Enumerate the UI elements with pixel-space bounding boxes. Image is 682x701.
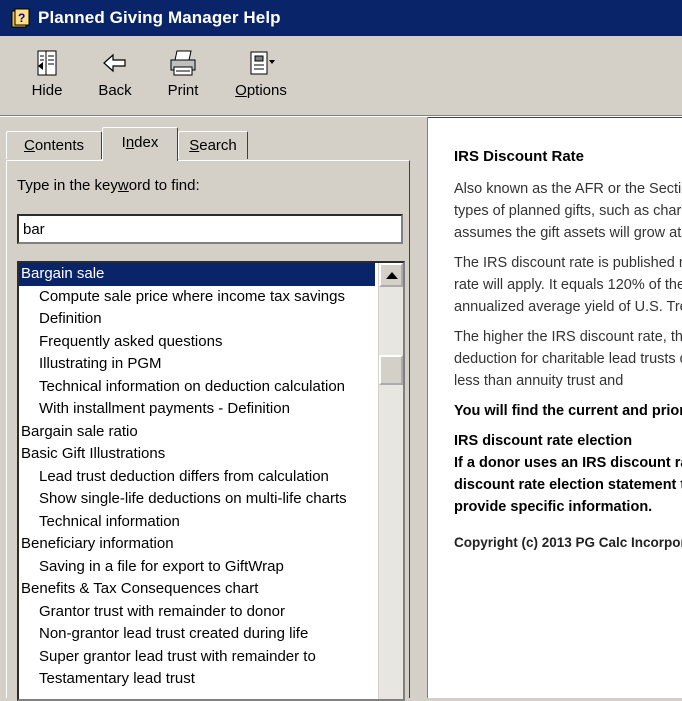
print-label: Print [167,82,199,99]
index-list-item[interactable]: Bargain sale ratio [19,421,375,444]
toolbar: Hide Back Print Options [0,36,682,116]
options-icon [246,48,276,78]
index-list-item[interactable]: With installment payments - Definition [19,398,375,421]
topic-body: IRS Discount Rate Also known as the AFR … [454,146,682,562]
topic-title: IRS Discount Rate [454,148,585,165]
index-list-item[interactable]: Basic Gift Illustrations [19,443,375,466]
pane-splitter[interactable] [418,117,428,698]
index-list-item[interactable]: Beneficiary information [19,533,375,556]
tab-index[interactable]: Index [102,127,178,161]
index-list-item[interactable]: Definition [19,308,375,331]
printer-icon [168,48,198,78]
svg-text:?: ? [18,11,25,25]
index-list-item[interactable]: Non-grantor lead trust created during li… [19,623,375,646]
help-book-icon: ? [10,7,32,29]
index-list-item[interactable]: Testamentary lead trust [19,668,375,691]
options-button[interactable]: Options [226,48,296,99]
topic-content-pane: IRS Discount Rate Also known as the AFR … [428,117,682,698]
index-list-item[interactable]: Super grantor lead trust with remainder … [19,646,375,669]
back-button[interactable]: Back [86,48,144,99]
window-title: Planned Giving Manager Help [38,8,281,27]
back-label: Back [98,82,132,99]
paragraph-3: The higher the IRS discount rate, the la… [454,329,682,389]
paragraph-2: The IRS discount rate is published month… [454,255,682,315]
paragraph-1: Also known as the AFR or the Section 752… [454,181,682,241]
navigation-pane: Contents Index Search Type in the keywor… [0,117,418,701]
scroll-up-button[interactable] [379,263,403,287]
tab-search[interactable]: Search [178,131,248,159]
index-list-items: Bargain sale Compute sale price where inc… [19,263,403,691]
paragraph-5: IRS discount rate election If a donor use… [454,433,682,515]
index-list-item[interactable]: Compute sale price where income tax savi… [19,286,375,309]
index-list-item[interactable]: Technical information [19,511,375,534]
index-list[interactable]: Bargain sale Compute sale price where inc… [17,261,405,701]
index-scrollbar[interactable] [378,263,403,699]
keyword-prompt: Type in the keyword to find: [17,177,200,194]
index-list-item[interactable]: Grantor trust with remainder to donor [19,601,375,624]
index-list-item[interactable]: Benefits & Tax Consequences chart [19,578,375,601]
options-label: Options [235,82,287,99]
hide-label: Hide [31,82,63,99]
index-tab-panel: Type in the keyword to find: Bargain sal… [6,160,410,701]
keyword-input[interactable] [17,214,403,244]
tab-contents[interactable]: Contents [6,131,102,159]
index-item-selected[interactable]: Bargain sale [19,263,375,286]
index-list-item[interactable]: Frequently asked questions [19,331,375,354]
index-list-item[interactable]: Technical information on deduction calcu… [19,376,375,399]
index-list-item[interactable]: Illustrating in PGM [19,353,375,376]
scroll-thumb[interactable] [379,355,403,385]
paragraph-4: You will find the current and prior rate… [454,403,682,419]
copyright-text: Copyright (c) 2013 PG Calc Incorporated [454,535,682,550]
title-bar: ? Planned Giving Manager Help [0,0,682,36]
index-list-item[interactable]: Show single-life deductions on multi-lif… [19,488,375,511]
back-arrow-icon [100,48,130,78]
index-list-item[interactable]: Saving in a file for export to GiftWrap [19,556,375,579]
hide-icon [32,48,62,78]
index-list-item[interactable]: Lead trust deduction differs from calcul… [19,466,375,489]
print-button[interactable]: Print [154,48,212,99]
hide-button[interactable]: Hide [18,48,76,99]
